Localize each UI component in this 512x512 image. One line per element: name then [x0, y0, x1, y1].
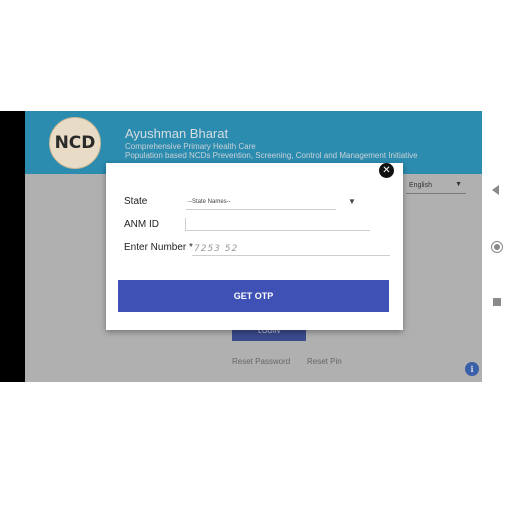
language-select[interactable]: English ▼	[406, 179, 466, 194]
enter-number-label: Enter Number *	[124, 242, 193, 253]
anm-id-label: ANM ID	[124, 219, 159, 230]
reset-password-link[interactable]: Reset Password	[232, 357, 290, 366]
app-subtitle-2: Population based NCDs Prevention, Screen…	[125, 151, 418, 160]
back-triangle-icon[interactable]	[492, 185, 499, 195]
app-title: Ayushman Bharat	[125, 126, 229, 141]
chevron-down-icon[interactable]: ▼	[348, 197, 356, 206]
state-label: State	[124, 196, 148, 207]
home-circle-icon[interactable]	[491, 241, 503, 253]
chevron-down-icon: ▼	[455, 181, 462, 188]
info-icon[interactable]: i	[465, 362, 479, 376]
reset-pin-link[interactable]: Reset Pin	[307, 357, 342, 366]
number-input[interactable]	[192, 242, 332, 256]
state-select-value: --State Names--	[188, 199, 231, 205]
recent-square-icon[interactable]	[493, 298, 501, 306]
anm-id-input[interactable]	[185, 218, 370, 231]
number-input-underline	[328, 242, 390, 256]
ncd-logo: NCD	[49, 117, 101, 169]
close-icon[interactable]: ✕	[379, 163, 394, 178]
language-value: English	[409, 182, 432, 189]
otp-dialog: ✕ State --State Names-- ▼ ANM ID Enter N…	[106, 163, 403, 330]
state-select[interactable]: --State Names--	[186, 196, 336, 210]
app-subtitle-1: Comprehensive Primary Health Care	[125, 142, 256, 151]
device-left-bezel	[0, 111, 25, 382]
get-otp-button[interactable]: GET OTP	[118, 280, 389, 312]
